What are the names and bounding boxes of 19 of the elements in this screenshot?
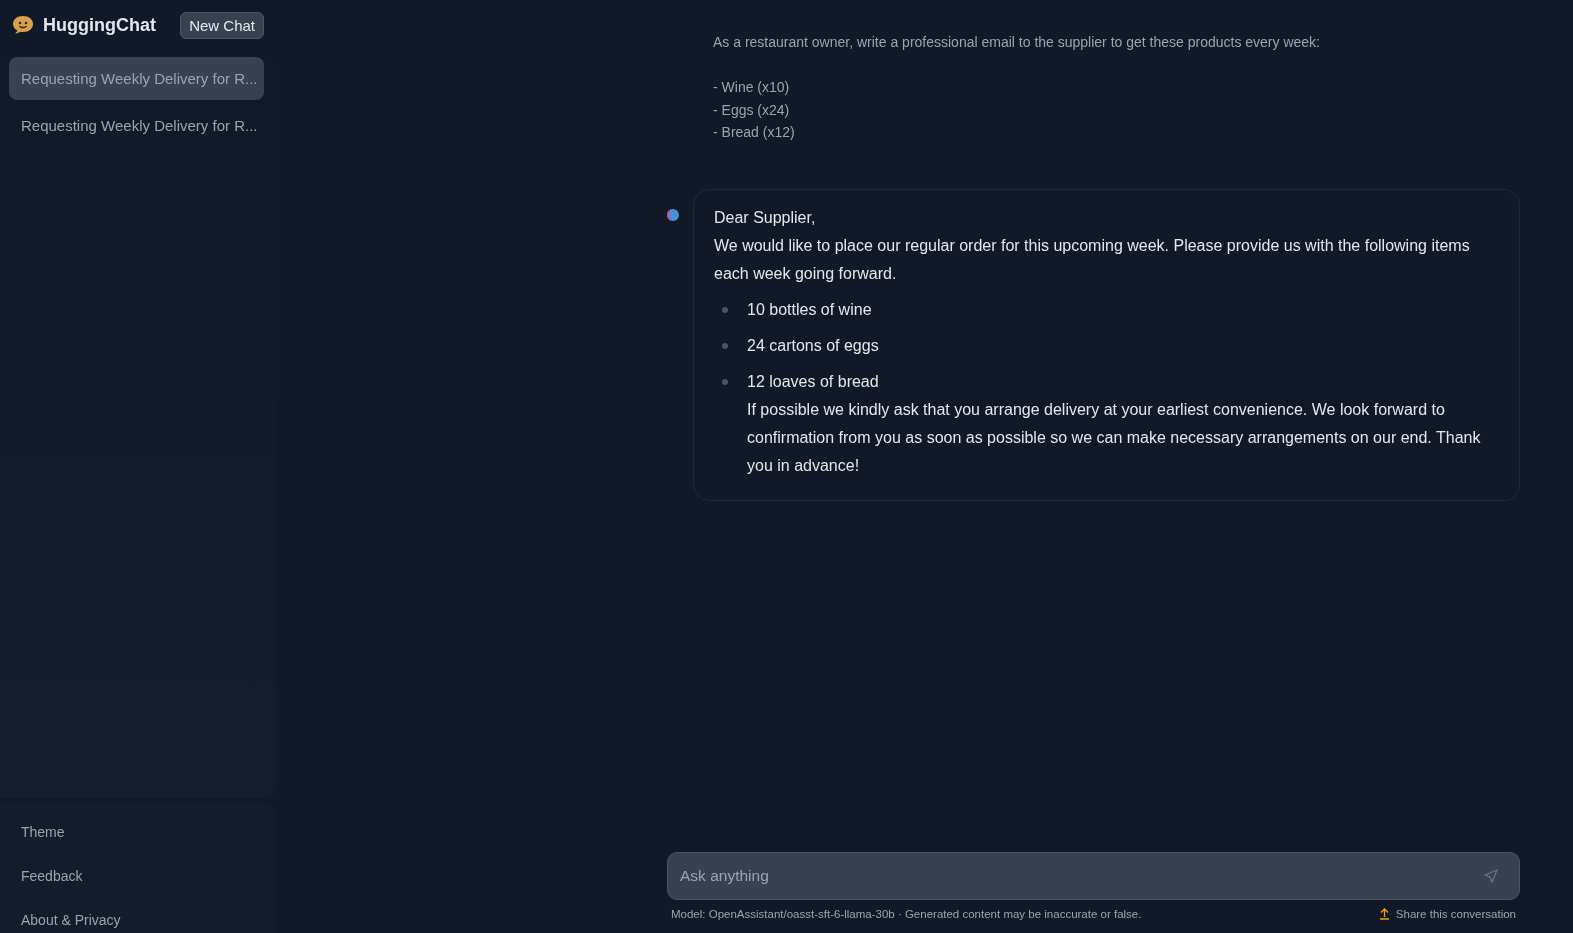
share-link[interactable]: Share this conversation	[1378, 908, 1516, 920]
assistant-avatar-icon	[667, 208, 679, 221]
chat-input-field[interactable]: Ask anything	[667, 852, 1520, 900]
new-chat-button[interactable]: New Chat	[180, 11, 264, 39]
bullet-icon	[722, 378, 728, 385]
send-icon[interactable]	[1484, 869, 1498, 883]
upload-icon	[1378, 908, 1390, 920]
bullet-icon	[722, 342, 728, 349]
logo-icon	[12, 15, 34, 35]
assistant-message: Dear Supplier, We would like to place our regular order for this upcoming week. Please provide us with the following items each week going forward. 10 bottles of wine 24 cartons of eggs 12 loaves of bread If possible we kindly ask that you arrange delivery at your earliest convenience. We look forward to confirmation from you as soon as possible so we can make necessary arrangements on our end. Thank you in advance!	[693, 188, 1520, 501]
sidebar-link[interactable]: About & Privacy	[21, 912, 255, 928]
sidebar-link[interactable]: Theme	[21, 824, 255, 840]
model-note: Model: OpenAssistant/oasst-sft-6-llama-30b · Generated content may be inaccurate or false.	[671, 908, 1142, 920]
conversation-item[interactable]: Requesting Weekly Delivery for R...	[9, 104, 264, 147]
sidebar-link[interactable]: Feedback	[21, 868, 255, 884]
app-title: HuggingChat	[43, 14, 156, 36]
bullet-icon	[722, 306, 728, 313]
conversation-item[interactable]: Requesting Weekly Delivery for R...	[9, 57, 264, 100]
user-message: As a restaurant owner, write a professional email to the supplier to get these products every week: - Wine (x10) - Eggs (x24) - Bread (x12)	[712, 33, 1321, 142]
